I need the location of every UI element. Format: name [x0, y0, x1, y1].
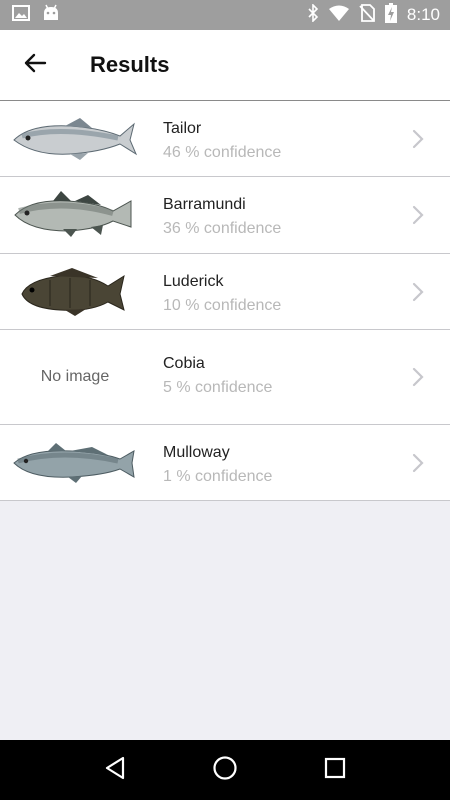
row-text: Cobia 5 % confidence [163, 354, 272, 398]
fish-image [0, 101, 150, 176]
fish-image-placeholder: No image [0, 330, 150, 424]
fish-image [0, 254, 150, 329]
back-button[interactable] [0, 30, 70, 101]
result-row-luderick[interactable]: Luderick 10 % confidence [0, 254, 450, 330]
row-text: Mulloway 1 % confidence [163, 443, 272, 487]
chevron-right-icon [412, 367, 424, 392]
chevron-right-icon [412, 453, 424, 478]
fish-confidence: 10 % confidence [163, 297, 282, 314]
wifi-icon [328, 5, 349, 26]
fish-confidence: 1 % confidence [163, 468, 273, 485]
home-circle-icon [212, 755, 238, 786]
result-row-barramundi[interactable]: Barramundi 36 % confidence [0, 177, 450, 254]
navigation-bar [0, 740, 450, 800]
back-triangle-icon [104, 756, 126, 785]
chevron-right-icon [412, 282, 424, 307]
nav-home-button[interactable] [200, 745, 250, 795]
fish-confidence: 5 % confidence [163, 379, 273, 396]
row-text: Barramundi 36 % confidence [163, 195, 281, 239]
fish-name: Luderick [163, 273, 224, 290]
no-sim-icon [359, 3, 375, 27]
no-image-label: No image [40, 368, 110, 385]
recents-square-icon [324, 757, 346, 784]
battery-charging-icon [384, 2, 397, 28]
fish-name: Cobia [163, 355, 205, 372]
fish-name: Tailor [163, 120, 202, 137]
row-text: Tailor 46 % confidence [163, 119, 281, 163]
arrow-left-icon [23, 51, 47, 80]
image-icon [12, 4, 30, 26]
fish-confidence: 46 % confidence [163, 144, 282, 161]
fish-name: Mulloway [163, 444, 230, 461]
fish-name: Barramundi [163, 196, 246, 213]
page-title: Results [90, 52, 170, 77]
status-right-icons: 8:10 [307, 2, 440, 28]
bluetooth-icon [307, 2, 319, 27]
status-time: 8:10 [406, 5, 440, 24]
result-row-mulloway[interactable]: Mulloway 1 % confidence [0, 425, 450, 501]
fish-image [0, 177, 150, 253]
results-list: Tailor 46 % confidence Barramundi 36 % c… [0, 101, 450, 501]
nav-back-button[interactable] [90, 745, 140, 795]
chevron-right-icon [412, 205, 424, 230]
fish-image [0, 425, 150, 500]
result-row-cobia[interactable]: No image Cobia 5 % confidence [0, 330, 450, 425]
chevron-right-icon [412, 129, 424, 154]
nav-recents-button[interactable] [310, 745, 360, 795]
fish-confidence: 36 % confidence [163, 220, 282, 237]
android-icon [42, 4, 60, 27]
app-bar: Results [0, 30, 450, 101]
status-left-icons [12, 4, 60, 27]
row-text: Luderick 10 % confidence [163, 272, 281, 316]
status-bar: 8:10 [0, 0, 450, 30]
result-row-tailor[interactable]: Tailor 46 % confidence [0, 101, 450, 177]
